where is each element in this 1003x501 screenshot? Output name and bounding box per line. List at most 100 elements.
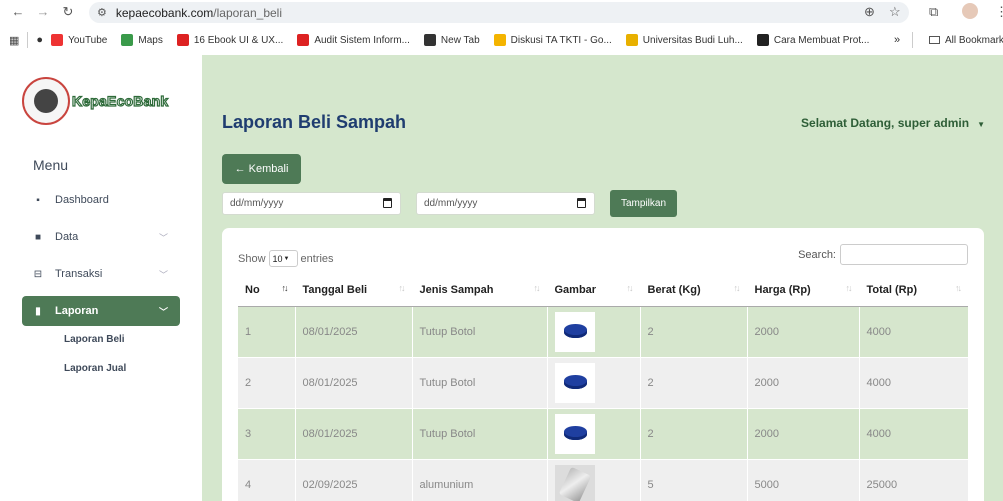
- back-arrow-icon[interactable]: ←: [8, 4, 28, 19]
- main-content: Laporan Beli Sampah Selamat Datang, supe…: [202, 55, 1003, 501]
- bookmark-item[interactable]: Diskusi TA TKTI - Go...: [493, 34, 612, 46]
- cell-berat: 2: [639, 356, 747, 409]
- bookmark-label: Cara Membuat Prot...: [773, 34, 870, 46]
- dropdown-arrow-icon: ▼: [283, 255, 290, 262]
- search-input[interactable]: [840, 244, 968, 265]
- welcome-text: Selamat Datang, super admin: [801, 116, 970, 130]
- page-title: Laporan Beli Sampah: [222, 112, 407, 132]
- reload-icon[interactable]: ↻: [58, 4, 78, 20]
- bookmarks-bar: ▦ ● YouTube Maps 16 Ebook UI & UX... Audit …: [0, 25, 1003, 55]
- caret-down-icon: ▼: [977, 120, 985, 129]
- entries-label: entries: [300, 252, 334, 265]
- bookmark-item[interactable]: Maps: [121, 34, 163, 46]
- bookmark-favicon-icon: [423, 34, 436, 46]
- sidebar-subitem-laporan-jual[interactable]: Laporan Jual: [64, 363, 126, 374]
- column-header-berat[interactable]: Berat (Kg) ↑↓: [639, 274, 747, 307]
- bookmark-item[interactable]: New Tab: [423, 34, 480, 46]
- forward-arrow-icon[interactable]: →: [33, 4, 53, 19]
- grid-icon: ▪: [36, 194, 40, 206]
- file-icon: ▮: [35, 305, 41, 317]
- table-row: 4 02/09/2025 alumunium 5 5000 25000: [238, 458, 968, 501]
- column-header-no[interactable]: No ↑↓: [238, 274, 295, 307]
- zoom-icon[interactable]: ⊕: [864, 4, 875, 20]
- column-header-total[interactable]: Total (Rp) ↑↓: [858, 274, 968, 307]
- bookmark-item[interactable]: Audit Sistem Inform...: [297, 34, 410, 46]
- sort-icon: ↑↓: [955, 283, 962, 293]
- logo-text: KepaEcoBank: [71, 92, 169, 109]
- all-bookmarks-button[interactable]: All Bookmarks: [929, 35, 1003, 46]
- user-menu[interactable]: Selamat Datang, super admin ▼: [801, 116, 985, 130]
- sort-icon: ↑↓: [845, 283, 853, 293]
- url-path: /laporan_beli: [213, 5, 282, 20]
- cell-total: 25000: [858, 458, 968, 501]
- cell-tanggal: 08/01/2025: [294, 356, 412, 409]
- bookmark-label: New Tab: [440, 34, 480, 46]
- entries-select[interactable]: 10 ▼: [268, 250, 298, 267]
- back-button[interactable]: ← Kembali: [222, 154, 301, 184]
- column-header-jenis[interactable]: Jenis Sampah ↑↓: [411, 274, 547, 307]
- cell-jenis: Tutup Botol: [411, 407, 547, 460]
- bookmark-item[interactable]: Universitas Budi Luh...: [625, 34, 743, 46]
- sidebar-item-dashboard[interactable]: ▪ Dashboard: [22, 185, 180, 215]
- more-bookmarks-button[interactable]: »: [894, 34, 900, 46]
- cell-tanggal: 02/09/2025: [294, 458, 412, 501]
- bookmark-item[interactable]: Cara Membuat Prot...: [756, 34, 870, 46]
- chevron-down-icon: ﹀: [158, 232, 168, 243]
- cell-tanggal: 08/01/2025: [294, 305, 412, 358]
- column-header-label: Gambar: [554, 283, 597, 296]
- bottle-cap-image: [554, 413, 595, 454]
- calendar-icon[interactable]: [383, 198, 392, 208]
- bottle-cap-image: [554, 362, 595, 403]
- calendar-icon[interactable]: [577, 198, 586, 208]
- bookmark-label: Maps: [138, 34, 163, 46]
- sidebar-item-label: Data: [55, 231, 79, 243]
- cell-jenis: Tutup Botol: [411, 305, 547, 358]
- cell-harga: 2000: [746, 407, 859, 460]
- chrome-icon[interactable]: ●: [36, 34, 43, 46]
- browser-menu-icon[interactable]: ⋮: [995, 4, 1003, 20]
- end-date-input[interactable]: dd/mm/yyyy: [416, 192, 595, 215]
- bookmark-item[interactable]: YouTube: [51, 34, 107, 46]
- table-row: 1 08/01/2025 Tutup Botol 2 2000 4000: [238, 305, 968, 358]
- show-button[interactable]: Tampilkan: [610, 190, 677, 217]
- search-label: Search:: [798, 248, 836, 261]
- cell-gambar: [546, 458, 640, 501]
- sidebar-item-laporan[interactable]: ▮ Laporan ﹀: [22, 296, 180, 326]
- cell-no: 2: [238, 356, 295, 409]
- end-date-placeholder: dd/mm/yyyy: [424, 198, 478, 209]
- cell-jenis: alumunium: [411, 458, 547, 501]
- bookmark-item[interactable]: 16 Ebook UI & UX...: [176, 34, 283, 46]
- table-row: 2 08/01/2025 Tutup Botol 2 2000 4000: [238, 356, 968, 409]
- bookmark-label: YouTube: [68, 34, 108, 46]
- sidebar-item-data[interactable]: ■ Data ﹀: [22, 222, 180, 252]
- column-header-tanggal[interactable]: Tanggal Beli ↑↓: [294, 274, 412, 307]
- apps-grid-icon[interactable]: ▦: [9, 34, 19, 47]
- chevron-down-icon: ﹀: [158, 306, 168, 317]
- cell-gambar: [546, 305, 640, 358]
- browser-toolbar: ← → ↻ ⚙ kepaecobank.com/laporan_beli ⊕ ☆…: [0, 0, 1003, 25]
- sidebar-item-label: Transaksi: [55, 268, 103, 280]
- bookmark-favicon-icon: [51, 34, 64, 46]
- sidebar-item-transaksi[interactable]: ⊟ Transaksi ﹀: [22, 259, 180, 289]
- bookmark-star-icon[interactable]: ☆: [889, 4, 901, 20]
- address-bar[interactable]: ⚙ kepaecobank.com/laporan_beli: [89, 2, 909, 23]
- bookmark-favicon-icon: [297, 34, 310, 46]
- start-date-input[interactable]: dd/mm/yyyy: [222, 192, 401, 215]
- bottle-cap-image: [554, 311, 595, 352]
- chevron-down-icon: ﹀: [158, 269, 168, 280]
- column-header-gambar[interactable]: Gambar ↑↓: [546, 274, 640, 307]
- sidebar-subitem-laporan-beli[interactable]: Laporan Beli: [64, 334, 125, 345]
- url-host: kepaecobank.com: [115, 5, 214, 20]
- column-header-label: Tanggal Beli: [302, 283, 368, 296]
- sort-icon: ↑↓: [398, 283, 406, 293]
- bookmark-separator: [27, 32, 29, 48]
- column-header-harga[interactable]: Harga (Rp) ↑↓: [746, 274, 859, 307]
- cell-total: 4000: [858, 407, 968, 460]
- bookmark-favicon-icon: [121, 34, 134, 46]
- extensions-icon[interactable]: ⧉: [929, 4, 938, 20]
- profile-avatar-icon[interactable]: [962, 3, 978, 19]
- start-date-placeholder: dd/mm/yyyy: [230, 198, 284, 209]
- cell-no: 3: [238, 407, 295, 460]
- logo[interactable]: KepaEcoBank: [22, 77, 169, 125]
- site-settings-icon[interactable]: ⚙: [97, 6, 107, 19]
